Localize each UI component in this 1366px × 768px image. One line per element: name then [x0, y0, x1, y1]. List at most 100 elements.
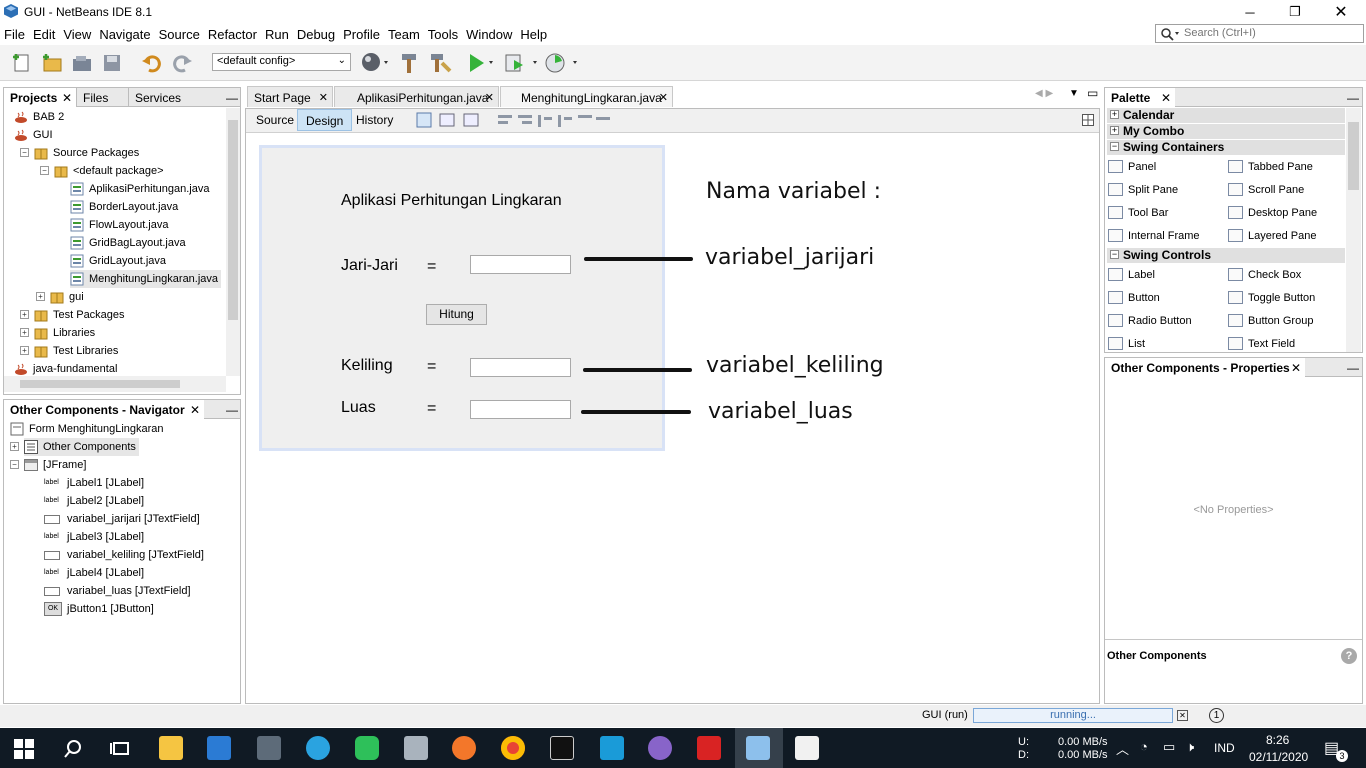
palette-item[interactable]: Scroll Pane: [1228, 183, 1304, 196]
design-form[interactable]: Aplikasi Perhitungan Lingkaran Jari-Jari…: [259, 145, 665, 451]
tree-expander-icon[interactable]: −: [20, 148, 29, 157]
tab-projects[interactable]: Projects ✕: [4, 88, 76, 107]
palette-item[interactable]: Text Field: [1228, 337, 1295, 350]
maximize-button[interactable]: ❐: [1272, 0, 1318, 24]
notification-badge[interactable]: 1: [1209, 708, 1224, 723]
cancel-task-icon[interactable]: ✕: [1177, 710, 1188, 721]
keliling-eq-label[interactable]: =: [427, 358, 436, 376]
help-icon[interactable]: ?: [1341, 648, 1357, 664]
menu-profile[interactable]: Profile: [339, 24, 384, 45]
navigator-item[interactable]: label jLabel1 [JLabel]: [44, 474, 144, 492]
navigator-item[interactable]: label jLabel3 [JLabel]: [44, 528, 144, 546]
close-tab-icon[interactable]: ✕: [190, 403, 200, 417]
navigator-item[interactable]: variabel_luas [JTextField]: [44, 582, 191, 600]
search-taskbar-icon[interactable]: [62, 738, 84, 760]
navigator-item[interactable]: [JFrame]: [24, 456, 86, 474]
palette-item[interactable]: Button: [1108, 291, 1160, 304]
minimize-panel-icon[interactable]: —: [220, 400, 244, 419]
close-tab-icon[interactable]: ✕: [485, 91, 494, 104]
tab-aplikasi-perhitungan[interactable]: AplikasiPerhitungan.java ✕: [334, 86, 499, 107]
toolbox-icon[interactable]: [257, 736, 281, 760]
menu-file[interactable]: File: [0, 24, 29, 45]
keliling-textfield[interactable]: [470, 358, 571, 377]
tree-expander-icon[interactable]: +: [36, 292, 45, 301]
search-input[interactable]: [1184, 27, 1354, 39]
firefox-icon[interactable]: [452, 736, 476, 760]
language-indicator[interactable]: IND: [1214, 741, 1235, 755]
photos-icon[interactable]: [404, 736, 428, 760]
jarijari-textfield[interactable]: [470, 255, 571, 274]
terminal-icon[interactable]: [550, 736, 574, 760]
category-toggle-icon[interactable]: −: [1110, 142, 1119, 151]
acrobat-icon[interactable]: [697, 736, 721, 760]
teamviewer-icon[interactable]: [600, 736, 624, 760]
hammer-icon[interactable]: [398, 51, 422, 75]
tab-start-page[interactable]: Start Page ✕: [247, 86, 333, 107]
menu-window[interactable]: Window: [462, 24, 516, 45]
clock-time[interactable]: 8:26: [1266, 733, 1289, 747]
jari-label[interactable]: Jari-Jari: [341, 257, 398, 275]
category-toggle-icon[interactable]: +: [1110, 126, 1119, 135]
palette-item[interactable]: Button Group: [1228, 314, 1313, 327]
minimize-panel-icon[interactable]: —: [1341, 88, 1365, 107]
scroll-tabs-icon[interactable]: ◀ ▶: [1035, 88, 1053, 99]
navigator-item[interactable]: label jLabel4 [JLabel]: [44, 564, 144, 582]
project-tree-item[interactable]: Source Packages: [34, 144, 139, 162]
store-icon[interactable]: [207, 736, 231, 760]
tab-list-icon[interactable]: ▼: [1069, 88, 1079, 99]
profile-icon[interactable]: [543, 51, 577, 75]
close-tab-icon[interactable]: ✕: [1161, 91, 1171, 105]
close-tab-icon[interactable]: ✕: [319, 91, 328, 104]
tab-files[interactable]: Files: [76, 88, 128, 107]
palette-category[interactable]: + Calendar: [1107, 108, 1345, 123]
windows-start-icon[interactable]: [14, 739, 34, 759]
palette-toggle-icon[interactable]: [1082, 114, 1094, 126]
wifi-icon[interactable]: ◔: [1140, 739, 1148, 754]
navigator-item[interactable]: variabel_jarijari [JTextField]: [44, 510, 200, 528]
close-tab-icon[interactable]: ✕: [659, 91, 668, 104]
menu-edit[interactable]: Edit: [29, 24, 59, 45]
tree-expander-icon[interactable]: −: [10, 460, 19, 469]
menu-view[interactable]: View: [59, 24, 95, 45]
open-project-icon[interactable]: [70, 51, 94, 75]
keliling-label[interactable]: Keliling: [341, 357, 393, 375]
chevron-up-icon[interactable]: ︿: [1116, 739, 1129, 758]
palette-item[interactable]: Label: [1108, 268, 1155, 281]
minimize-button[interactable]: ─: [1227, 0, 1273, 24]
project-tree-item[interactable]: AplikasiPerhitungan.java: [70, 180, 209, 198]
palette-item[interactable]: Tool Bar: [1108, 206, 1168, 219]
app-cat-icon[interactable]: [648, 736, 672, 760]
file-explorer-icon[interactable]: [159, 736, 183, 760]
task-view-icon[interactable]: [110, 738, 132, 760]
scrollbar-vertical[interactable]: [226, 108, 240, 376]
palette-item[interactable]: Internal Frame: [1108, 229, 1200, 242]
clock-date[interactable]: 02/11/2020: [1249, 750, 1308, 764]
project-tree-item[interactable]: Libraries: [34, 324, 95, 342]
new-project-icon[interactable]: [40, 51, 64, 75]
navigator-item[interactable]: variabel_keliling [JTextField]: [44, 546, 204, 564]
telegram-icon[interactable]: [306, 736, 330, 760]
menu-run[interactable]: Run: [261, 24, 293, 45]
new-file-icon[interactable]: [10, 51, 34, 75]
java-icon[interactable]: [795, 736, 819, 760]
project-tree-item[interactable]: gui: [50, 288, 84, 306]
project-tree-item[interactable]: GridBagLayout.java: [70, 234, 186, 252]
category-toggle-icon[interactable]: +: [1110, 110, 1119, 119]
luas-label[interactable]: Luas: [341, 399, 376, 417]
navigator-item[interactable]: Form MenghitungLingkaran: [10, 420, 164, 438]
save-all-icon[interactable]: [100, 51, 124, 75]
minimize-panel-icon[interactable]: —: [1341, 358, 1365, 377]
align-icons[interactable]: [496, 111, 616, 131]
menu-help[interactable]: Help: [516, 24, 551, 45]
whatsapp-icon[interactable]: [355, 736, 379, 760]
chrome-icon[interactable]: [501, 736, 525, 760]
volume-icon[interactable]: 🕨: [1186, 739, 1194, 755]
redo-icon[interactable]: [170, 51, 194, 75]
target-icon[interactable]: [360, 51, 388, 75]
project-tree-item[interactable]: GridLayout.java: [70, 252, 166, 270]
palette-category[interactable]: + My Combo: [1107, 124, 1345, 139]
netbeans-taskbar-icon[interactable]: [746, 736, 770, 760]
scrollbar-vertical[interactable]: [1346, 108, 1361, 352]
tree-expander-icon[interactable]: +: [10, 442, 19, 451]
close-tab-icon[interactable]: ✕: [62, 91, 72, 105]
